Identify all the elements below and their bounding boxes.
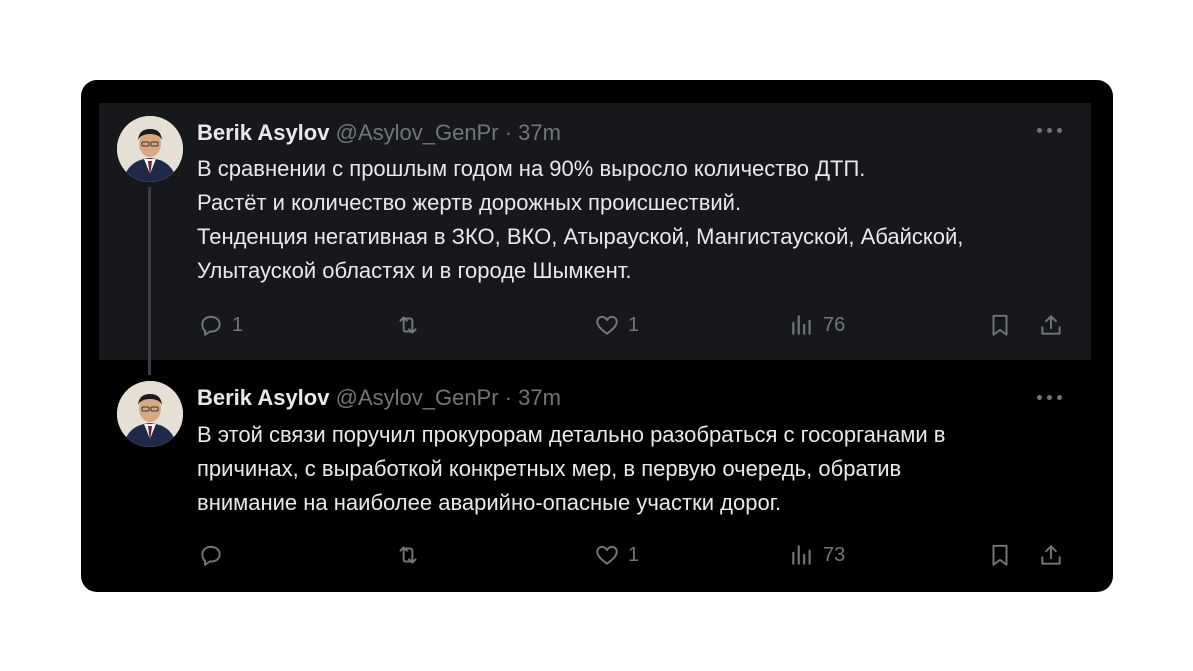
reply-icon <box>201 545 221 566</box>
views-icon <box>792 545 811 565</box>
like-count: 1 <box>628 313 640 336</box>
like-icon <box>596 315 618 335</box>
share-icon <box>1041 545 1061 565</box>
tweet-time[interactable]: 37m <box>518 120 561 145</box>
reply-button[interactable] <box>198 540 232 570</box>
author-handle[interactable]: @Asylov_GenPr <box>336 120 499 145</box>
reply-button[interactable]: 1 <box>198 310 243 340</box>
author-handle[interactable]: @Asylov_GenPr <box>336 385 499 410</box>
like-button[interactable]: 1 <box>594 310 639 340</box>
tweet[interactable]: Berik Asylov @Asylov_GenPr · 37m В сравн… <box>81 80 1113 360</box>
tweet-actions: 1 1 76 <box>81 310 1113 340</box>
tweet-text-line: Растёт и количество жертв дорожных проис… <box>197 190 742 215</box>
share-button[interactable] <box>1038 310 1064 340</box>
tweet-text: В этой связи поручил прокурорам детально… <box>197 418 1077 520</box>
header-separator: · <box>504 120 513 145</box>
views-icon <box>792 315 811 335</box>
bookmark-button[interactable] <box>987 540 1013 570</box>
bookmark-icon <box>992 544 1008 566</box>
avatar[interactable] <box>117 116 183 182</box>
like-icon <box>596 545 618 565</box>
reply-icon <box>201 315 221 336</box>
retweet-icon <box>399 546 417 564</box>
more-options-icon[interactable] <box>1035 393 1065 403</box>
tweet-header: Berik Asylov @Asylov_GenPr · 37m <box>197 120 561 146</box>
tweet-actions: 1 73 <box>81 540 1113 570</box>
bookmark-icon <box>992 314 1008 336</box>
author-name[interactable]: Berik Asylov <box>197 385 329 410</box>
share-icon <box>1041 315 1061 335</box>
bookmark-button[interactable] <box>987 310 1013 340</box>
tweet-text-line: причинах, с выработкой конкретных мер, в… <box>197 456 902 481</box>
more-options-icon[interactable] <box>1035 126 1065 136</box>
tweet-text: В сравнении с прошлым годом на 90% вырос… <box>197 152 1077 288</box>
tweet-thread-card: Berik Asylov @Asylov_GenPr · 37m В сравн… <box>81 80 1113 592</box>
avatar[interactable] <box>117 381 183 447</box>
retweet-button[interactable] <box>395 310 429 340</box>
reply-count: 1 <box>232 313 244 336</box>
views-button[interactable]: 73 <box>789 540 845 570</box>
view-count: 73 <box>823 543 846 566</box>
tweet-time[interactable]: 37m <box>518 385 561 410</box>
retweet-button[interactable] <box>395 540 429 570</box>
tweet-header: Berik Asylov @Asylov_GenPr · 37m <box>197 385 561 411</box>
tweet-text-line: Тенденция негативная в ЗКО, ВКО, Атыраус… <box>197 224 964 249</box>
tweet[interactable]: Berik Asylov @Asylov_GenPr · 37m В этой … <box>81 360 1113 592</box>
tweet-text-line: В этой связи поручил прокурорам детально… <box>197 422 946 447</box>
views-button[interactable]: 76 <box>789 310 845 340</box>
like-button[interactable]: 1 <box>594 540 639 570</box>
tweet-text-line: внимание на наиболее аварийно-опасные уч… <box>197 490 782 515</box>
retweet-icon <box>399 316 417 334</box>
tweet-text-line: Улытауской областях и в городе Шымкент. <box>197 258 632 283</box>
author-name[interactable]: Berik Asylov <box>197 120 329 145</box>
share-button[interactable] <box>1038 540 1064 570</box>
like-count: 1 <box>628 543 640 566</box>
tweet-text-line: В сравнении с прошлым годом на 90% вырос… <box>197 156 866 181</box>
header-separator: · <box>504 385 513 410</box>
view-count: 76 <box>823 313 846 336</box>
